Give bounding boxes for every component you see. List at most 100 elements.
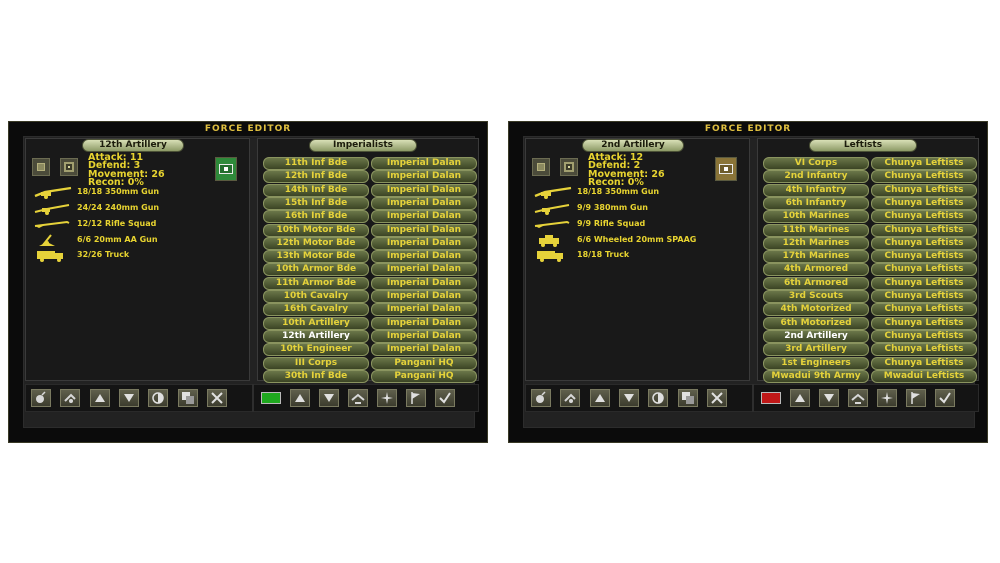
unit-owner-item[interactable]: Chunya Leftists (871, 250, 977, 264)
arrow-down-icon[interactable] (819, 389, 839, 407)
close-icon[interactable] (706, 389, 727, 407)
unit-name-item[interactable]: 11th Inf Bde (263, 157, 369, 170)
unit-owner-item[interactable]: Chunya Leftists (871, 316, 977, 330)
unit-name-item[interactable]: 4th Motorized (763, 303, 869, 317)
unit-name-item[interactable]: 1st Engineers (763, 356, 869, 370)
unit-name-item[interactable]: 3rd Scouts (763, 290, 869, 303)
arrow-up-icon[interactable] (290, 389, 310, 407)
unit-owner-item[interactable]: Imperial Dalan (371, 223, 477, 237)
unit-symbol-icon[interactable] (32, 158, 50, 176)
unit-name-item[interactable]: 16th Inf Bde (263, 210, 369, 224)
equipment-row[interactable]: 18/18 Truck (533, 248, 733, 262)
check-icon[interactable] (935, 389, 955, 407)
unit-name-item[interactable]: III Corps (263, 356, 369, 370)
half-circle-icon[interactable] (148, 389, 169, 407)
side-flag-icon[interactable] (215, 157, 237, 181)
equipment-row[interactable]: 12/12 Rifle Squad (33, 217, 233, 231)
unit-owner-item[interactable]: Imperial Dalan (371, 276, 477, 290)
equipment-row[interactable]: 24/24 240mm Gun (33, 201, 233, 215)
unit-name-item[interactable]: 11th Armor Bde (263, 276, 369, 290)
transfer-icon[interactable] (848, 389, 868, 407)
unit-owner-item[interactable]: Imperial Dalan (371, 303, 477, 317)
unit-name-item[interactable]: 12th Artillery (263, 329, 369, 343)
arrow-down-icon[interactable] (118, 389, 139, 407)
unit-owner-item[interactable]: Chunya Leftists (871, 263, 977, 277)
bomb-icon[interactable] (531, 389, 551, 407)
unit-owner-item[interactable]: Chunya Leftists (871, 210, 977, 224)
unit-name-tab[interactable]: 2nd Artillery (582, 139, 684, 152)
unit-name-item[interactable]: 11th Marines (763, 223, 869, 237)
transfer-icon[interactable] (348, 389, 368, 407)
unit-owner-item[interactable]: Imperial Dalan (371, 290, 477, 303)
unit-name-item[interactable]: 4th Armored (763, 263, 869, 277)
unit-name-item[interactable]: 13th Motor Bde (263, 250, 369, 264)
unit-owner-item[interactable]: Chunya Leftists (871, 170, 977, 184)
unit-owner-item[interactable]: Chunya Leftists (871, 276, 977, 290)
unit-owner-item[interactable]: Imperial Dalan (371, 329, 477, 343)
side-name-tab[interactable]: Leftists (809, 139, 917, 152)
unit-name-item[interactable]: 16th Cavalry (263, 303, 369, 317)
equipment-row[interactable]: 9/9 Rifle Squad (533, 217, 733, 231)
unit-owner-item[interactable]: Imperial Dalan (371, 343, 477, 357)
side-color-swatch[interactable] (261, 392, 281, 404)
equipment-row[interactable]: 18/18 350mm Gun (33, 185, 233, 199)
unit-name-item[interactable]: 6th Motorized (763, 316, 869, 330)
arrow-up-icon[interactable] (89, 389, 110, 407)
unit-name-item[interactable]: 30th Inf Bde (263, 369, 369, 383)
unit-owner-item[interactable]: Imperial Dalan (371, 236, 477, 250)
unit-name-item[interactable]: 10th Cavalry (263, 290, 369, 303)
unit-name-item[interactable]: 12th Motor Bde (263, 236, 369, 250)
sparkle-icon[interactable] (377, 389, 397, 407)
equipment-row[interactable]: 18/18 350mm Gun (533, 185, 733, 199)
equipment-row[interactable]: 6/6 20mm AA Gun (33, 233, 233, 247)
unit-name-item[interactable]: 12th Marines (763, 236, 869, 250)
unit-owner-item[interactable]: Pangani HQ (371, 369, 477, 383)
unit-owner-item[interactable]: Imperial Dalan (371, 250, 477, 264)
unit-name-item[interactable]: 10th Artillery (263, 316, 369, 330)
unit-target-icon[interactable] (60, 158, 78, 176)
unit-name-item[interactable]: 2nd Infantry (763, 170, 869, 184)
arrow-up-icon[interactable] (589, 389, 610, 407)
copy-icon[interactable] (677, 389, 698, 407)
unit-owner-item[interactable]: Chunya Leftists (871, 303, 977, 317)
side-color-swatch[interactable] (761, 392, 781, 404)
unit-owner-item[interactable]: Imperial Dalan (371, 183, 477, 197)
unit-name-tab[interactable]: 12th Artillery (82, 139, 184, 152)
equipment-row[interactable]: 6/6 Wheeled 20mm SPAAG (533, 233, 733, 247)
unit-name-item[interactable]: 6th Armored (763, 276, 869, 290)
flag-icon[interactable] (406, 389, 426, 407)
unit-owner-item[interactable]: Chunya Leftists (871, 196, 977, 210)
unit-name-item[interactable]: VI Corps (763, 157, 869, 170)
side-name-tab[interactable]: Imperialists (309, 139, 417, 152)
unit-owner-item[interactable]: Chunya Leftists (871, 329, 977, 343)
unit-name-item[interactable]: 6th Infantry (763, 196, 869, 210)
arrow-up-icon[interactable] (790, 389, 810, 407)
unit-name-item[interactable]: 10th Engineer (263, 343, 369, 357)
check-icon[interactable] (435, 389, 455, 407)
unit-owner-item[interactable]: Chunya Leftists (871, 290, 977, 303)
unit-target-icon[interactable] (560, 158, 578, 176)
gear-move-icon[interactable] (60, 389, 81, 407)
unit-owner-item[interactable]: Chunya Leftists (871, 343, 977, 357)
unit-name-item[interactable]: 10th Marines (763, 210, 869, 224)
unit-owner-item[interactable]: Imperial Dalan (371, 263, 477, 277)
arrow-down-icon[interactable] (319, 389, 339, 407)
unit-name-item[interactable]: 15th Inf Bde (263, 196, 369, 210)
unit-name-item[interactable]: Mwadui 9th Army (763, 369, 869, 383)
gear-move-icon[interactable] (560, 389, 581, 407)
unit-owner-item[interactable]: Chunya Leftists (871, 236, 977, 250)
unit-name-item[interactable]: 2nd Artillery (763, 329, 869, 343)
unit-symbol-icon[interactable] (532, 158, 550, 176)
unit-name-item[interactable]: 14th Inf Bde (263, 183, 369, 197)
arrow-down-icon[interactable] (618, 389, 639, 407)
unit-name-item[interactable]: 3rd Artillery (763, 343, 869, 357)
copy-icon[interactable] (177, 389, 198, 407)
close-icon[interactable] (206, 389, 227, 407)
unit-owner-item[interactable]: Imperial Dalan (371, 196, 477, 210)
bomb-icon[interactable] (31, 389, 51, 407)
unit-owner-item[interactable]: Imperial Dalan (371, 170, 477, 184)
unit-owner-item[interactable]: Pangani HQ (371, 356, 477, 370)
equipment-row[interactable]: 9/9 380mm Gun (533, 201, 733, 215)
unit-owner-item[interactable]: Imperial Dalan (371, 316, 477, 330)
unit-name-item[interactable]: 4th Infantry (763, 183, 869, 197)
